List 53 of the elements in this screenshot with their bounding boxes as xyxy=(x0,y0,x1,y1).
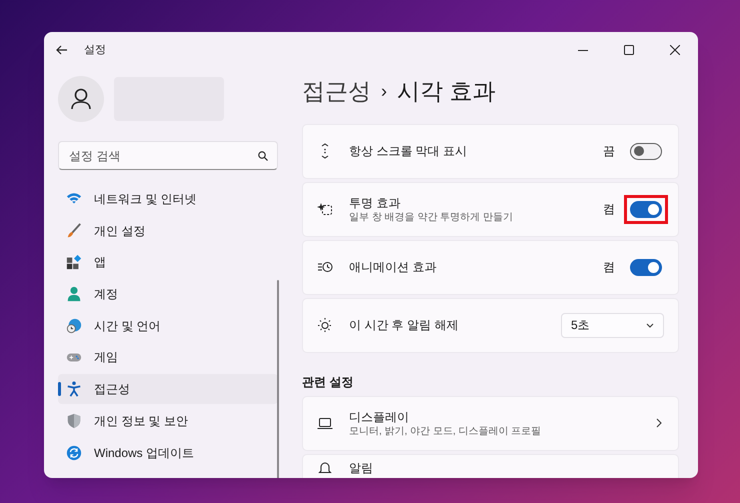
window-title: 설정 xyxy=(84,42,106,58)
setting-title: 이 시간 후 알림 해제 xyxy=(349,317,460,333)
selection-indicator xyxy=(58,382,61,396)
sidebar-item[interactable]: 앱 xyxy=(58,247,278,278)
setting-description: 모니터, 밝기, 야간 모드, 디스플레이 프로필 xyxy=(349,424,542,438)
toggle-state-label: 켬 xyxy=(603,259,615,276)
sidebar-item[interactable]: 개인 정보 및 보안 xyxy=(58,406,278,436)
close-icon xyxy=(670,45,680,55)
setting-title: 항상 스크롤 막대 표시 xyxy=(349,143,468,159)
toggle-switch[interactable] xyxy=(630,258,662,276)
apps-icon xyxy=(66,254,82,270)
person-icon xyxy=(66,286,82,302)
globe-clock-icon xyxy=(66,318,82,334)
search-icon xyxy=(258,151,268,161)
person-icon xyxy=(71,88,91,110)
maximize-icon xyxy=(624,45,634,55)
back-arrow-icon xyxy=(56,45,68,55)
sidebar-item[interactable]: 게임 xyxy=(58,342,278,372)
breadcrumb-parent[interactable]: 접근성 xyxy=(302,74,371,108)
transparency-icon xyxy=(317,201,333,217)
breadcrumb-separator: › xyxy=(381,80,387,103)
sidebar-item[interactable]: Windows 업데이트 xyxy=(58,438,278,468)
brush-icon xyxy=(66,222,82,239)
setting-title: 투명 효과 xyxy=(349,194,402,210)
page-title: 시각 효과 xyxy=(397,77,496,106)
bell-icon xyxy=(317,460,333,476)
sun-icon xyxy=(317,317,333,333)
chevron-right-icon xyxy=(656,418,662,428)
toggle-state-label: 끔 xyxy=(603,143,615,160)
setting-title: 디스플레이 xyxy=(349,408,410,424)
setting-link-card[interactable]: 알림 xyxy=(302,454,679,478)
sidebar-item[interactable]: 네트워크 및 인터넷 xyxy=(58,184,278,214)
section-heading: 관련 설정 xyxy=(302,374,354,390)
search-field[interactable]: 설정 검색 xyxy=(58,141,278,170)
toggle-switch[interactable] xyxy=(630,142,662,160)
setting-link-card[interactable]: 디스플레이 모니터, 밝기, 야간 모드, 디스플레이 프로필 xyxy=(302,396,679,450)
avatar[interactable] xyxy=(58,76,104,122)
accessibility-icon xyxy=(66,381,82,398)
chevron-down-icon xyxy=(646,322,654,328)
animation-icon xyxy=(317,259,333,275)
time-dropdown[interactable]: 5초 xyxy=(561,312,664,338)
shield-icon xyxy=(66,412,82,429)
sidebar-item[interactable]: 계정 xyxy=(58,279,278,310)
sidebar-item[interactable]: 접근성 xyxy=(58,374,278,404)
setting-title: 알림 xyxy=(349,460,374,476)
toggle-state-label: 켬 xyxy=(603,201,615,218)
sidebar-item[interactable]: 시간 및 언어 xyxy=(58,310,278,341)
laptop-icon xyxy=(317,415,333,431)
setting-title: 애니메이션 효과 xyxy=(349,259,438,275)
sidebar-item[interactable]: 개인 설정 xyxy=(58,216,278,246)
setting-description: 일부 창 배경을 약간 투명하게 만들기 xyxy=(349,210,514,224)
scrollbar[interactable] xyxy=(277,280,279,478)
sync-icon xyxy=(66,444,82,460)
